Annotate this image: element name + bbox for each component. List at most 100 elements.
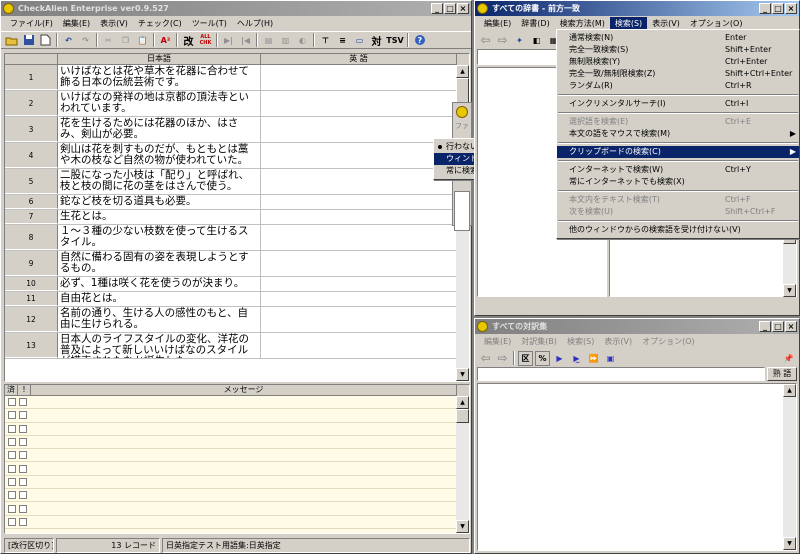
play-filter-icon[interactable]: ▶̲ bbox=[569, 351, 584, 366]
search-menu-item[interactable]: 完全一致検索(S) Shift+Enter bbox=[557, 44, 799, 56]
search-menu-item[interactable]: 他のウィンドウからの検索語を受け付けない(V) bbox=[557, 224, 799, 236]
search-menu-item[interactable]: インクリメンタルサーチ(I) Ctrl+I bbox=[557, 98, 799, 110]
back-arrow-icon[interactable]: ⇦ bbox=[478, 33, 493, 48]
search-menu-item[interactable]: 完全一致/無制限検索(Z) Shift+Ctrl+Enter bbox=[557, 68, 799, 80]
layout-icon[interactable]: ◧ bbox=[529, 33, 544, 48]
done-checkbox[interactable] bbox=[8, 517, 16, 526]
corpus-menu-edit[interactable]: 編集(E) bbox=[479, 335, 516, 348]
english-cell[interactable] bbox=[261, 195, 469, 209]
done-checkbox[interactable] bbox=[8, 491, 16, 500]
export-icon[interactable]: ▣ bbox=[603, 351, 618, 366]
dictionary-search-input[interactable] bbox=[477, 49, 557, 65]
scroll-up-arrow[interactable]: ▲ bbox=[456, 65, 469, 78]
flag-checkbox[interactable] bbox=[19, 504, 27, 513]
table-row[interactable]: 7 生花とは。 bbox=[5, 210, 469, 225]
flag-checkbox[interactable] bbox=[19, 451, 27, 460]
play-all-icon[interactable]: ⏩ bbox=[586, 351, 601, 366]
tsv-icon[interactable]: TSV bbox=[386, 33, 404, 48]
table-row[interactable]: 2 いけばなの発祥の地は京都の頂法寺といわれています。 bbox=[5, 91, 469, 117]
english-cell[interactable] bbox=[261, 210, 469, 224]
main-title-bar[interactable]: CheckAlien Enterprise ver0.9.527 _ □ × bbox=[1, 1, 471, 16]
row-number[interactable]: 8 bbox=[5, 225, 58, 250]
message-row[interactable] bbox=[5, 462, 469, 476]
dict-menu-dictionary[interactable]: 辞書(D) bbox=[516, 17, 554, 30]
toggle-b-icon[interactable]: ▥ bbox=[278, 33, 293, 48]
flag-checkbox[interactable] bbox=[19, 438, 27, 447]
check-all-icon[interactable]: ALL CHK bbox=[198, 33, 213, 48]
table-row[interactable]: 4 剣山は花を刺すものだが、もともとは藁や木の枝など自然の物が使われていた。 bbox=[5, 143, 469, 169]
message-column-header[interactable]: メッセージ bbox=[31, 385, 457, 396]
table-row[interactable]: 12 名前の通り、生ける人の感性のもと、自由に生けられる。 bbox=[5, 307, 469, 333]
message-row[interactable] bbox=[5, 436, 469, 450]
menu-edit[interactable]: 編集(E) bbox=[58, 17, 95, 30]
play-icon[interactable]: ▶ bbox=[552, 351, 567, 366]
english-cell[interactable] bbox=[261, 307, 469, 332]
font-size-icon[interactable]: A² bbox=[158, 33, 173, 48]
done-column-header[interactable]: 済 bbox=[5, 385, 18, 396]
table-row[interactable]: 6 鉈など枝を切る道具も必要。 bbox=[5, 195, 469, 210]
row-number[interactable]: 3 bbox=[5, 117, 58, 142]
minimize-button[interactable]: _ bbox=[431, 3, 443, 14]
menu-file[interactable]: ファイル(F) bbox=[5, 17, 58, 30]
search-menu-item[interactable]: ランダム(R) Ctrl+R bbox=[557, 80, 799, 92]
table-row[interactable]: 11 自由花とは。 bbox=[5, 292, 469, 307]
japanese-cell[interactable]: 必ず、1種は咲く花を使うのが決まり。 bbox=[58, 277, 261, 291]
new-document-icon[interactable] bbox=[38, 33, 53, 48]
flag-checkbox[interactable] bbox=[19, 477, 27, 486]
table-row[interactable]: 3 花を生けるためには花器のほか、はさみ、剣山が必要。 bbox=[5, 117, 469, 143]
menu-check[interactable]: チェック(C) bbox=[133, 17, 187, 30]
delimiter-icon[interactable]: 区 bbox=[518, 350, 533, 366]
toggle-c-icon[interactable]: ◐ bbox=[295, 33, 310, 48]
corpus-menu-corpus[interactable]: 対訳集(B) bbox=[516, 335, 562, 348]
maximize-button[interactable]: □ bbox=[444, 3, 456, 14]
corpus-menu-options[interactable]: オプション(O) bbox=[637, 335, 700, 348]
align-icon[interactable]: ≡ bbox=[335, 33, 350, 48]
english-cell[interactable] bbox=[261, 292, 469, 306]
toggle-a-icon[interactable]: ▤ bbox=[261, 33, 276, 48]
open-folder-icon[interactable] bbox=[4, 33, 19, 48]
dict-menu-edit[interactable]: 編集(E) bbox=[479, 17, 516, 30]
help-icon[interactable]: ? bbox=[412, 33, 427, 48]
dictionary-title-bar[interactable]: すべての辞書 - 前方一致 _ □ × bbox=[475, 1, 799, 16]
done-checkbox[interactable] bbox=[8, 464, 16, 473]
cut-icon[interactable]: ✂ bbox=[101, 33, 116, 48]
table-row[interactable]: 5 二股になった小枝は「配り」と呼ばれ、枝と枝の間に花の茎をはさんで使う。 bbox=[5, 169, 469, 195]
english-cell[interactable] bbox=[261, 333, 469, 358]
japanese-cell[interactable]: 鉈など枝を切る道具も必要。 bbox=[58, 195, 261, 209]
save-icon[interactable] bbox=[21, 33, 36, 48]
flag-checkbox[interactable] bbox=[19, 464, 27, 473]
message-scrollbar[interactable]: ▲ ▼ bbox=[456, 396, 469, 533]
search-menu-item[interactable]: 無制限検索(Y) Ctrl+Enter bbox=[557, 56, 799, 68]
corpus-results[interactable] bbox=[477, 383, 797, 551]
search-menu-item[interactable]: 本文の語をマウスで検索(M) ▶ bbox=[557, 128, 799, 140]
done-checkbox[interactable] bbox=[8, 504, 16, 513]
flag-checkbox[interactable] bbox=[19, 398, 27, 407]
message-row[interactable] bbox=[5, 516, 469, 529]
english-cell[interactable] bbox=[261, 277, 469, 291]
menu-view[interactable]: 表示(V) bbox=[95, 17, 133, 30]
english-cell[interactable] bbox=[261, 225, 469, 250]
menu-tools[interactable]: ツール(T) bbox=[187, 17, 232, 30]
search-menu-item[interactable]: 選択語を検索(E) Ctrl+E bbox=[557, 116, 799, 128]
flag-column-header[interactable]: ! bbox=[18, 385, 31, 396]
search-menu-item[interactable]: 常にインターネットでも検索(X) bbox=[557, 176, 799, 188]
dictionary-minimize-button[interactable]: _ bbox=[759, 3, 771, 14]
column-header-japanese[interactable]: 日本語 bbox=[58, 54, 261, 65]
row-number[interactable]: 7 bbox=[5, 210, 58, 224]
done-checkbox[interactable] bbox=[8, 477, 16, 486]
english-cell[interactable] bbox=[261, 251, 469, 276]
forward-arrow-icon[interactable]: ⇨ bbox=[495, 33, 510, 48]
flag-checkbox[interactable] bbox=[19, 491, 27, 500]
corpus-maximize-button[interactable]: □ bbox=[772, 321, 784, 332]
table-row[interactable]: 9 自然に備わる固有の姿を表現しようとするもの。 bbox=[5, 251, 469, 277]
message-row[interactable] bbox=[5, 396, 469, 410]
row-number[interactable]: 12 bbox=[5, 307, 58, 332]
revise-icon[interactable]: 改 bbox=[181, 33, 196, 48]
previous-icon[interactable]: |◀ bbox=[238, 33, 253, 48]
japanese-cell[interactable]: 生花とは。 bbox=[58, 210, 261, 224]
table-row[interactable]: 10 必ず、1種は咲く花を使うのが決まり。 bbox=[5, 277, 469, 292]
search-menu-item[interactable]: 本文内をテキスト検索(T) Ctrl+F bbox=[557, 194, 799, 206]
column-header-english[interactable]: 英 語 bbox=[261, 54, 457, 65]
copy-icon[interactable]: ❐ bbox=[118, 33, 133, 48]
japanese-cell[interactable]: 名前の通り、生ける人の感性のもと、自由に生けられる。 bbox=[58, 307, 261, 332]
